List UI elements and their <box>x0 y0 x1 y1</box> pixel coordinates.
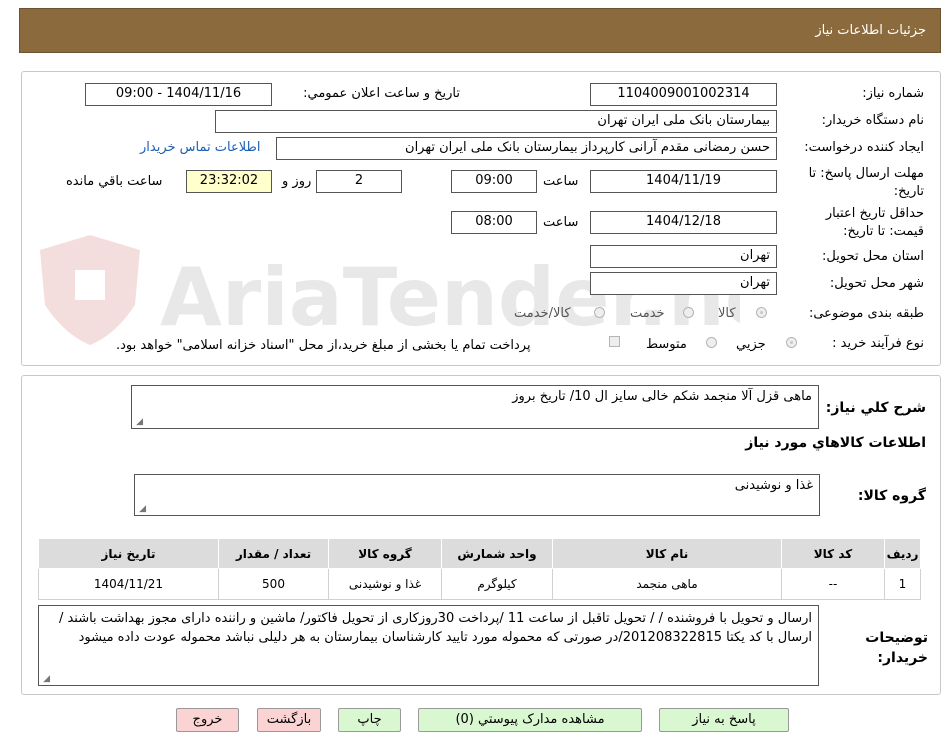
province-label: استان محل تحویل: <box>822 249 924 264</box>
cell-qty: 500 <box>218 568 329 600</box>
city-field: تهران <box>590 272 777 295</box>
table-row: 1 -- ماهی منجمد کیلوگرم غذا و نوشیدنی 50… <box>38 568 921 600</box>
reply-button[interactable]: پاسخ به نیاز <box>659 708 789 732</box>
print-button[interactable]: چاپ <box>338 708 401 732</box>
goods-table: ردیف کد کالا نام کالا واحد شمارش گروه کا… <box>38 538 921 600</box>
col-unit: واحد شمارش <box>441 538 553 569</box>
goods-info-title: اطلاعات کالاهاي مورد نیاز <box>745 435 926 451</box>
summary-text: ماهی قزل آلا منجمد شکم خالی سایز ال 10/ … <box>512 389 812 404</box>
buyer-org-label: نام دستگاه خریدار: <box>821 113 924 128</box>
notes-textarea[interactable]: ارسال و تحویل با فروشنده / / تحویل تاقبل… <box>38 605 819 686</box>
days-field: 2 <box>316 170 402 193</box>
process-medium-radio[interactable] <box>706 337 717 348</box>
category-both-radio[interactable] <box>594 307 605 318</box>
category-goods-radio[interactable] <box>756 307 767 318</box>
validity-date-field: 1404/12/18 <box>590 211 777 234</box>
cell-unit: کیلوگرم <box>441 568 553 600</box>
process-minor-label: جزیي <box>736 337 766 352</box>
validity-label-2: قیمت: تا تاریخ: <box>843 224 924 239</box>
validity-label: حداقل تاریخ اعتبار <box>825 206 924 221</box>
cell-date: 1404/11/21 <box>38 568 219 600</box>
col-code: کد کالا <box>781 538 885 569</box>
deadline-label: مهلت ارسال پاسخ: تا <box>808 166 924 181</box>
deadline-time-field: 09:00 <box>451 170 537 193</box>
notes-label: توضیحات خریدار: <box>865 630 928 666</box>
page-title: جزئیات اطلاعات نیاز <box>815 23 926 38</box>
goods-group-textarea[interactable]: غذا و نوشیدنی ◢ <box>134 474 820 516</box>
table-header-row: ردیف کد کالا نام کالا واحد شمارش گروه کا… <box>38 538 921 569</box>
notes-text: ارسال و تحویل با فروشنده / / تحویل تاقبل… <box>58 611 812 645</box>
resize-grip-icon[interactable]: ◢ <box>138 505 146 514</box>
back-button[interactable]: بازگشت <box>257 708 321 732</box>
summary-label: شرح کلي نیاز: <box>825 400 926 416</box>
cell-code: -- <box>781 568 885 600</box>
validity-time-label: ساعت <box>543 215 579 230</box>
payment-note: پرداخت تمام یا بخشی از مبلغ خرید،از محل … <box>116 338 531 353</box>
creator-label: ایجاد کننده درخواست: <box>804 140 924 155</box>
page-header: جزئیات اطلاعات نیاز <box>19 8 941 53</box>
province-field: تهران <box>590 245 777 268</box>
col-date: تاریخ نیاز <box>38 538 219 569</box>
cell-group: غذا و نوشیدنی <box>328 568 442 600</box>
summary-textarea[interactable]: ماهی قزل آلا منجمد شکم خالی سایز ال 10/ … <box>131 385 819 429</box>
deadline-time-label: ساعت <box>543 174 579 189</box>
remaining-time-field: 23:32:02 <box>186 170 272 193</box>
process-medium-label: متوسط <box>646 337 687 352</box>
remaining-label: ساعت باقي مانده <box>66 174 163 189</box>
goods-group-label: گروه کالا: <box>857 488 926 504</box>
process-label: نوع فرآیند خرید : <box>832 336 924 351</box>
days-label: روز و <box>282 174 312 189</box>
col-qty: تعداد / مقدار <box>218 538 329 569</box>
exit-button[interactable]: خروج <box>176 708 239 732</box>
creator-field: حسن رمضانی مقدم آرانی کارپرداز بیمارستان… <box>276 137 777 160</box>
category-service-radio[interactable] <box>683 307 694 318</box>
col-row: ردیف <box>884 538 921 569</box>
process-minor-radio[interactable] <box>786 337 797 348</box>
deadline-date-field: 1404/11/19 <box>590 170 777 193</box>
goods-group-text: غذا و نوشیدنی <box>734 478 813 493</box>
announce-field: 1404/11/16 - 09:00 <box>85 83 272 106</box>
col-name: نام کالا <box>552 538 782 569</box>
cell-name: ماهی منجمد <box>552 568 782 600</box>
validity-time-field: 08:00 <box>451 211 537 234</box>
deadline-label-2: تاریخ: <box>893 184 924 199</box>
need-number-field: 1104009001002314 <box>590 83 777 106</box>
category-service-label: خدمت <box>630 306 665 321</box>
cell-row: 1 <box>884 568 921 600</box>
col-group: گروه کالا <box>328 538 442 569</box>
need-number-label: شماره نیاز: <box>862 86 924 101</box>
category-label: طبقه بندی موضوعی: <box>808 306 924 321</box>
resize-grip-icon[interactable]: ◢ <box>135 418 143 427</box>
resize-grip-icon[interactable]: ◢ <box>42 675 50 684</box>
attachments-button[interactable]: مشاهده مدارک پیوستي (0) <box>418 708 642 732</box>
treasury-payment-checkbox[interactable] <box>609 336 620 347</box>
buyer-contact-link[interactable]: اطلاعات تماس خریدار <box>140 140 260 155</box>
category-both-label: کالا/خدمت <box>514 306 571 321</box>
category-goods-label: کالا <box>718 306 736 321</box>
buyer-org-field: بیمارستان بانک ملی ایران تهران <box>215 110 777 133</box>
city-label: شهر محل تحویل: <box>829 276 924 291</box>
announce-label: تاریخ و ساعت اعلان عمومي: <box>303 86 460 101</box>
